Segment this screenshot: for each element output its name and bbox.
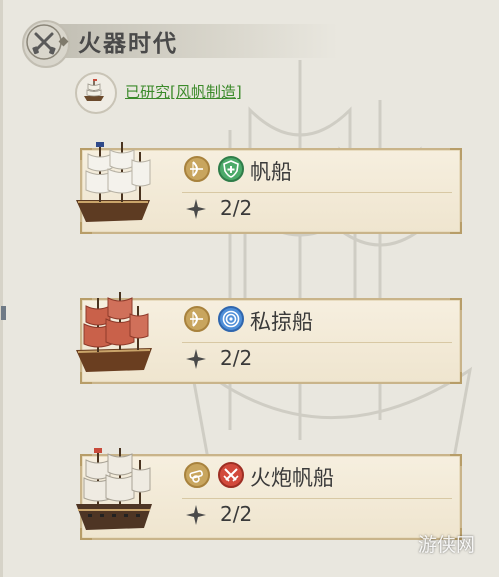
unit-card-cannon-sailing-ship[interactable]: 火炮帆船 2/2 [70, 448, 462, 540]
cannon-sailing-ship-image [76, 448, 152, 530]
card-corner [450, 298, 462, 310]
research-status-link[interactable]: 已研究[风帆制造] [125, 81, 242, 102]
card-corner [450, 222, 462, 234]
card-corner [450, 372, 462, 384]
crossed-swords-icon [218, 462, 244, 488]
ship-icon [75, 72, 117, 114]
cannon-class-icon [184, 462, 210, 488]
left-edge-marker [1, 306, 6, 320]
unit-card-privateer[interactable]: 私掠船 2/2 [70, 292, 462, 384]
card-corner [450, 148, 462, 160]
spiral-icon [218, 306, 244, 332]
privateer-ship-image [76, 292, 152, 372]
compass-star-icon [186, 505, 206, 525]
compass-star-icon [186, 349, 206, 369]
era-title: 火器时代 [78, 31, 178, 57]
unit-count: 2/2 [220, 346, 253, 370]
unit-count: 2/2 [220, 196, 253, 220]
unit-name: 帆船 [250, 160, 292, 184]
compass-star-icon [186, 199, 206, 219]
sailing-ship-image [76, 142, 151, 222]
era-header: 火器时代 [8, 10, 388, 70]
card-divider [182, 342, 452, 343]
unit-card-sailing-ship[interactable]: 帆船 2/2 [70, 142, 462, 234]
left-edge-line [0, 0, 3, 577]
card-corner [450, 454, 462, 466]
bow-class-icon [184, 306, 210, 332]
site-watermark: 游侠网 [418, 534, 476, 556]
card-divider [182, 498, 452, 499]
research-requirement[interactable]: 已研究[风帆制造] [75, 72, 275, 114]
bow-class-icon [184, 156, 210, 182]
unit-name: 火炮帆船 [250, 466, 334, 490]
unit-count: 2/2 [220, 502, 253, 526]
card-divider [182, 192, 452, 193]
shield-plus-icon [218, 156, 244, 182]
unit-name: 私掠船 [250, 310, 313, 334]
